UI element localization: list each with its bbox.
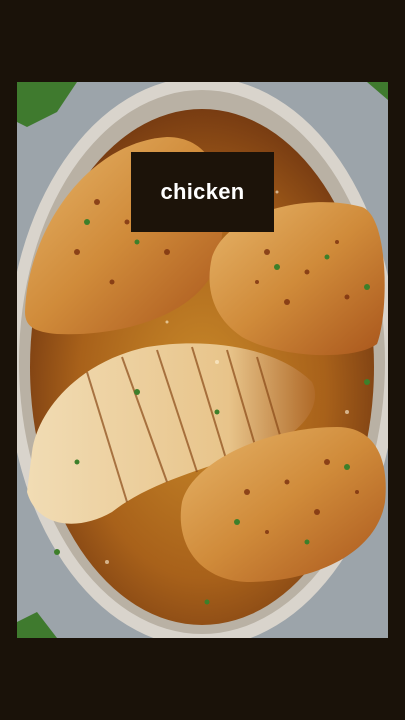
caption-text: chicken: [160, 179, 245, 204]
caption-box: chicken: [131, 152, 274, 232]
short-video-frame: chicken: [0, 0, 405, 720]
